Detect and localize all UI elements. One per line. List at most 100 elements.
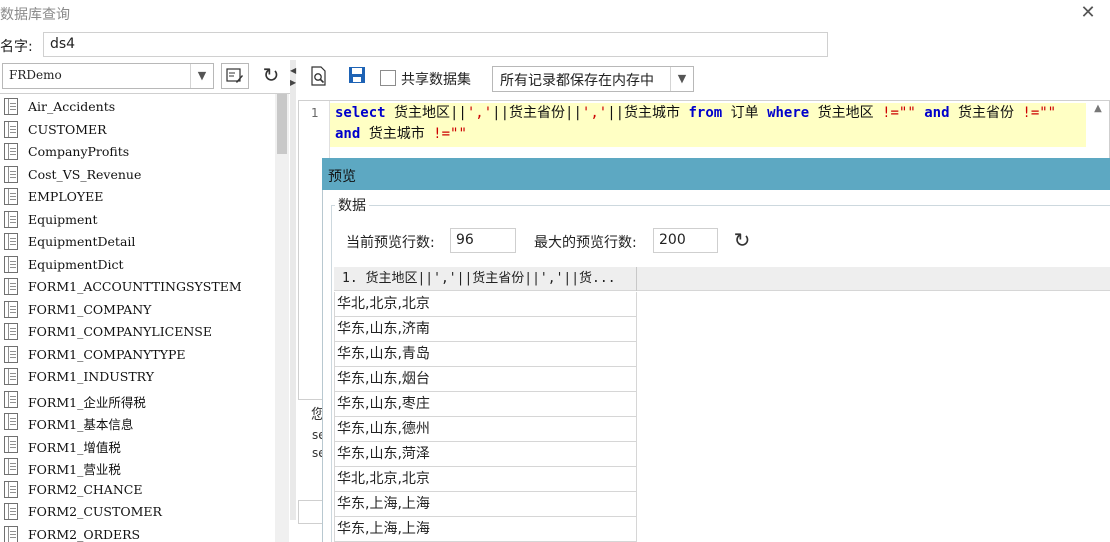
table-list-item[interactable]: FORM1_ACCOUNTTINGSYSTEM xyxy=(4,276,274,298)
edit-connection-button[interactable] xyxy=(221,63,249,89)
table-icon xyxy=(4,525,18,542)
close-icon[interactable]: ✕ xyxy=(1078,3,1098,23)
share-dataset-checkbox[interactable] xyxy=(380,70,396,86)
table-list-item[interactable]: FORM2_CHANCE xyxy=(4,479,274,501)
refresh-icon[interactable]: ↻ xyxy=(257,63,285,89)
table-list-item[interactable]: FORM1_INDUSTRY xyxy=(4,366,274,388)
table-list-item[interactable]: Cost_VS_Revenue xyxy=(4,164,274,186)
table-list-item[interactable]: Air_Accidents xyxy=(4,96,274,118)
grid-column-header[interactable]: 1. 货主地区||','||货主省份||','||货... xyxy=(334,267,637,291)
table-list-item[interactable]: FORM1_营业税 xyxy=(4,456,274,478)
table-list-item[interactable]: EquipmentDetail xyxy=(4,231,274,253)
table-icon xyxy=(4,210,18,228)
table-list-item[interactable]: FORM1_基本信息 xyxy=(4,411,274,433)
sql-text-part: 货主地区 xyxy=(809,105,883,121)
edit-icon xyxy=(226,68,243,83)
sql-text-part: 订单 xyxy=(722,105,768,121)
sql-text-part xyxy=(916,105,924,121)
table-list-item[interactable]: EquipmentDict xyxy=(4,254,274,276)
sql-string: ',' xyxy=(466,105,493,121)
table-list-item[interactable]: Equipment xyxy=(4,209,274,231)
grid-row[interactable]: 华东,山东,枣庄 xyxy=(334,392,637,417)
table-list-item[interactable]: FORM1_增值税 xyxy=(4,434,274,456)
scrollbar-thumb[interactable] xyxy=(277,94,287,154)
table-icon xyxy=(4,255,18,273)
name-input[interactable]: ds4 xyxy=(43,32,828,57)
scroll-up-icon[interactable]: ▲ xyxy=(1091,103,1105,114)
table-list-item-label: FORM1_ACCOUNTTINGSYSTEM xyxy=(28,279,242,294)
table-list-item[interactable]: FORM1_COMPANYLICENSE xyxy=(4,321,274,343)
grid-row[interactable]: 华东,山东,菏泽 xyxy=(334,442,637,467)
table-list-item[interactable]: FORM2_ORDERS xyxy=(4,524,274,542)
arrow-right-icon[interactable]: ▶ xyxy=(290,78,296,87)
table-icon xyxy=(4,165,18,183)
table-list-item-label: FORM1_营业税 xyxy=(28,462,121,477)
table-icon xyxy=(4,143,18,160)
table-icon xyxy=(4,120,18,138)
table-icon xyxy=(4,503,18,520)
title-bar: 数据库查询 ✕ xyxy=(0,0,1110,30)
table-list-item-label: FORM1_INDUSTRY xyxy=(28,369,154,384)
table-list-item[interactable]: FORM2_CUSTOMER xyxy=(4,501,274,523)
table-icon xyxy=(4,458,18,475)
current-rows-label: 当前预览行数: xyxy=(346,235,435,251)
refresh-icon[interactable]: ↻ xyxy=(731,228,753,252)
grid-row[interactable]: 华东,山东,青岛 xyxy=(334,342,637,367)
sql-text-part: 货主城市 xyxy=(360,126,434,142)
table-list-item-label: FORM1_COMPANY xyxy=(28,301,152,317)
table-list-item-label: FORM1_增值税 xyxy=(28,439,121,455)
sql-text-part: ||货主城市 xyxy=(607,105,689,121)
table-list-item-label: CUSTOMER xyxy=(28,121,107,137)
table-list-item[interactable]: FORM1_COMPANYTYPE xyxy=(4,344,274,366)
table-list-item-label: FORM1_COMPANYTYPE xyxy=(28,346,186,362)
preview-dialog-title: 预览 xyxy=(328,169,356,185)
grid-row[interactable]: 华东,山东,济南 xyxy=(334,317,637,342)
table-list-item-label: FORM1_基本信息 xyxy=(28,417,134,432)
grid-row[interactable]: 华东,上海,上海 xyxy=(334,492,637,517)
current-rows-input[interactable]: 96 xyxy=(450,228,516,253)
table-icon xyxy=(4,368,18,385)
line-number: 1 xyxy=(311,106,319,120)
table-list-item-label: FORM2_CUSTOMER xyxy=(28,504,162,519)
sql-string: !="" xyxy=(1022,105,1057,121)
table-list-item-label: EMPLOYEE xyxy=(28,189,104,204)
splitter[interactable]: ◀ ▶ xyxy=(290,60,296,520)
table-list-item[interactable]: FORM1_COMPANY xyxy=(4,299,274,321)
window-title: 数据库查询 xyxy=(0,7,70,23)
memory-option-value: 所有记录都保存在内存中 xyxy=(500,73,654,89)
grid-row[interactable]: 华北,北京,北京 xyxy=(334,292,637,317)
grid-row[interactable]: 华东,上海,上海 xyxy=(334,517,637,542)
sql-text-part: ||货主省份|| xyxy=(492,105,582,121)
max-rows-input[interactable]: 200 xyxy=(653,228,718,253)
chevron-down-icon[interactable]: ▼ xyxy=(190,64,213,88)
table-list-item[interactable]: CompanyProfits xyxy=(4,141,274,163)
table-list-item[interactable]: FORM1_企业所得税 xyxy=(4,389,274,411)
table-list-item-label: FORM2_CHANCE xyxy=(28,481,143,497)
save-button[interactable] xyxy=(343,66,371,92)
sql-keyword: and xyxy=(335,126,361,142)
table-list[interactable]: Air_Accidents CUSTOMER CompanyProfits Cost_… xyxy=(0,93,290,542)
table-list-item-label: Cost_VS_Revenue xyxy=(28,166,142,182)
table-list-scrollbar[interactable] xyxy=(275,94,289,542)
sql-text[interactable]: select 货主地区||','||货主省份||','||货主城市 from 订… xyxy=(335,103,1085,145)
arrow-left-icon[interactable]: ◀ xyxy=(290,66,296,75)
preview-button[interactable] xyxy=(305,66,333,92)
memory-option-select[interactable]: 所有记录都保存在内存中 ▼ xyxy=(492,66,694,92)
table-icon xyxy=(4,323,18,340)
table-list-item-label: EquipmentDetail xyxy=(28,234,136,249)
sql-keyword: and xyxy=(924,105,950,121)
table-list-item[interactable]: EMPLOYEE xyxy=(4,186,274,208)
table-list-item-label: Equipment xyxy=(28,211,98,227)
save-icon xyxy=(349,67,365,83)
preview-dialog-titlebar[interactable]: 预览 xyxy=(322,158,1110,190)
grid-row[interactable]: 华东,山东,德州 xyxy=(334,417,637,442)
database-select[interactable]: FRDemo ▼ xyxy=(2,63,214,89)
grid-row[interactable]: 华东,山东,烟台 xyxy=(334,367,637,392)
chevron-down-icon[interactable]: ▼ xyxy=(670,67,693,91)
sql-text-part: 货主省份 xyxy=(949,105,1023,121)
table-list-item-label: FORM2_ORDERS xyxy=(28,526,141,542)
table-list-item[interactable]: CUSTOMER xyxy=(4,119,274,141)
table-icon xyxy=(4,480,18,498)
grid-row[interactable]: 华北,北京,北京 xyxy=(334,467,637,492)
sql-keyword: select xyxy=(335,105,386,121)
